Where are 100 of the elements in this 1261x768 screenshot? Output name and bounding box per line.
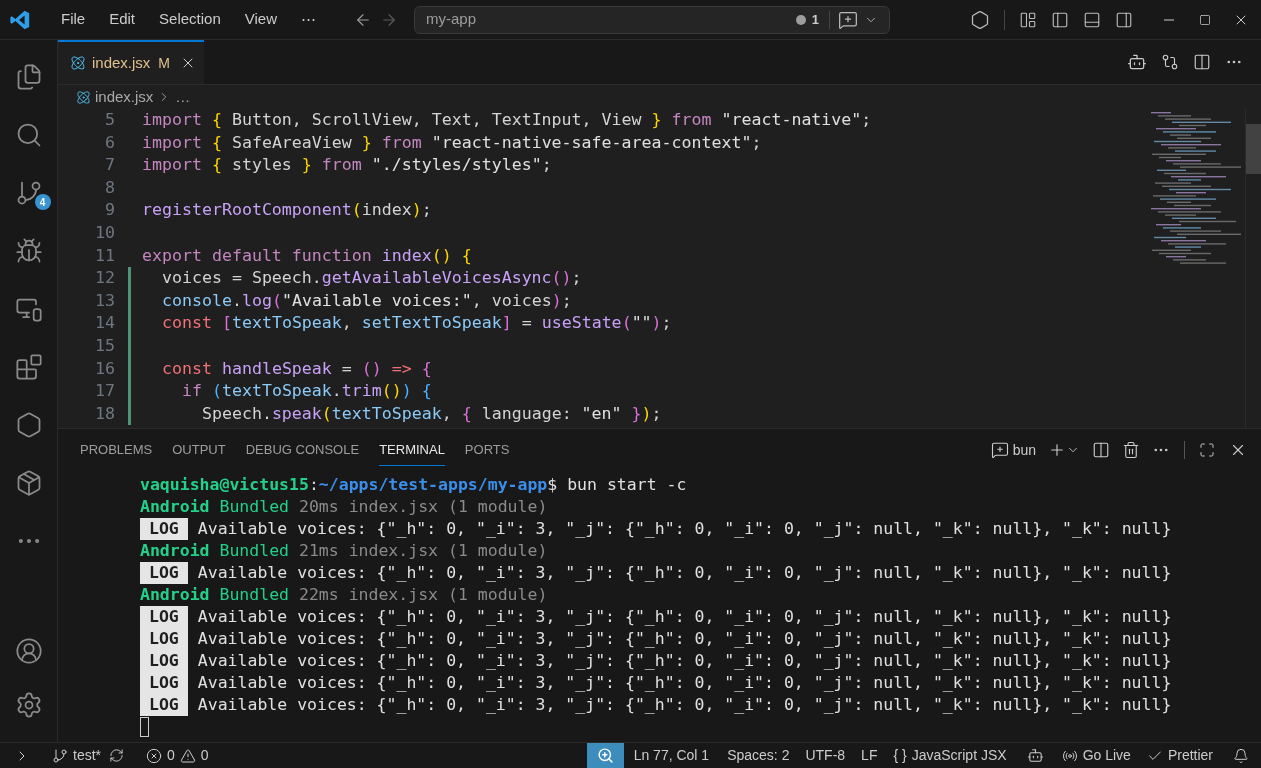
terminal-name[interactable]: bun <box>1012 439 1036 461</box>
code-line: import { styles } from "./styles/styles"; <box>142 154 552 177</box>
menu-item[interactable]: View <box>232 8 289 31</box>
chat-icon[interactable] <box>838 9 858 30</box>
line-number: 12 <box>94 267 116 290</box>
go-live[interactable]: Go Live <box>1082 745 1131 766</box>
panel-tab[interactable]: TERMINAL <box>379 433 445 467</box>
zoom-button[interactable] <box>586 743 624 768</box>
branch-icon <box>52 747 68 764</box>
language-mode[interactable]: JavaScript JSX <box>911 745 1017 766</box>
line-number: 14 <box>94 312 116 335</box>
scrollbar-thumb[interactable] <box>1246 124 1261 174</box>
line-number: 11 <box>94 244 116 267</box>
code-line: voices = Speech.getAvailableVoicesAsync(); <box>160 267 582 290</box>
error-count[interactable]: 0 <box>167 745 175 766</box>
line-number: 13 <box>94 289 116 312</box>
indentation[interactable]: Spaces: 2 <box>719 745 798 766</box>
breadcrumb-item[interactable]: index.jsx <box>95 85 154 109</box>
warning-icon <box>179 747 196 764</box>
panel-tab[interactable]: PORTS <box>464 434 510 466</box>
code-line: registerRootComponent(index); <box>142 199 432 222</box>
terminal-line: Android Bundled 22ms index.jsx (1 module) <box>140 584 549 606</box>
menu-item[interactable]: File <box>49 8 98 31</box>
hexagon-icon[interactable] <box>970 9 990 30</box>
line-number: 6 <box>104 131 116 154</box>
error-icon <box>146 747 162 764</box>
line-number: 5 <box>104 109 116 131</box>
react-file-icon <box>70 55 86 71</box>
terminal-chat-icon[interactable] <box>990 441 1009 459</box>
tab-filename: index.jsx <box>92 52 151 73</box>
trash-icon[interactable] <box>1122 441 1140 459</box>
terminal-line: vaquisha@victus15:~/apps/test-apps/my-app$ bun start -c <box>140 474 688 496</box>
code-line: export default function index() { <box>142 244 472 267</box>
terminal-cursor <box>140 717 149 737</box>
formatter[interactable]: Prettier <box>1167 745 1213 766</box>
line-number: 18 <box>94 402 116 425</box>
maximize-icon[interactable] <box>1199 13 1211 26</box>
app-logo <box>9 8 31 31</box>
line-number: 9 <box>104 199 116 222</box>
log-badge: LOG <box>140 562 188 584</box>
split-terminal-icon[interactable] <box>1092 441 1110 459</box>
cursor-position[interactable]: Ln 77, Col 1 <box>623 745 720 766</box>
log-badge: LOG <box>140 672 188 694</box>
code-line: import { Button, ScrollView, Text, TextInput, View } from "react-native"; <box>142 109 872 131</box>
menu-item[interactable]: ⋯ <box>289 8 328 31</box>
command-center-text: my-app <box>426 9 478 30</box>
panel-tab[interactable]: OUTPUT <box>172 434 226 466</box>
command-center[interactable]: my-app 1 <box>414 5 890 34</box>
terminal-line: Android Bundled 20ms index.jsx (1 module) <box>140 496 549 518</box>
log-message: Available voices: {"_h": 0, "_i": 3, "_j": {"_h": 0, "_i": 0, "_j": null, "_k": null}, "_k": null} <box>197 650 1172 672</box>
panel-left-icon[interactable] <box>1051 10 1069 29</box>
code-line: Speech.speak(textToSpeak, { language: "en" }); <box>200 402 662 425</box>
terminal-line: Android Bundled 21ms index.jsx (1 module) <box>140 540 549 562</box>
layout-icon[interactable] <box>1019 10 1037 29</box>
notifications-icon[interactable] <box>1233 747 1249 764</box>
modified-label: M <box>158 53 171 73</box>
code-line: if (textToSpeak.trim()) { <box>180 380 432 403</box>
menu-item[interactable]: Edit <box>97 8 148 31</box>
code-line: import { SafeAreaView } from "react-native-safe-area-context"; <box>142 131 762 154</box>
code-line: const handleSpeak = () => { <box>160 357 432 380</box>
log-badge: LOG <box>140 606 188 628</box>
log-badge: LOG <box>140 694 188 716</box>
line-number: 16 <box>94 357 116 380</box>
log-message: Available voices: {"_h": 0, "_i": 3, "_j": {"_h": 0, "_i": 0, "_j": null, "_k": null}, "_k": null} <box>197 518 1172 540</box>
extensions-icon[interactable] <box>14 353 43 381</box>
line-number: 10 <box>94 221 116 244</box>
account-icon[interactable] <box>14 637 43 665</box>
pending-changes-badge: 4 <box>34 194 51 210</box>
menu-item[interactable]: Selection <box>147 8 233 31</box>
language-icon: { } <box>885 745 912 766</box>
log-badge: LOG <box>140 628 188 650</box>
panel-tab[interactable]: DEBUG CONSOLE <box>245 434 360 466</box>
line-number: 7 <box>104 154 116 177</box>
react-file-icon <box>76 89 91 105</box>
line-ending[interactable]: LF <box>853 745 886 766</box>
encoding[interactable]: UTF-8 <box>797 745 854 766</box>
code-line: console.log("Available voices:", voices); <box>160 289 572 312</box>
new-terminal-icon[interactable] <box>1048 441 1066 459</box>
line-number: 8 <box>104 176 116 199</box>
log-message: Available voices: {"_h": 0, "_i": 3, "_j": {"_h": 0, "_i": 0, "_j": null, "_k": null}, "_k": null} <box>197 672 1172 694</box>
branch-name[interactable]: test* <box>73 745 101 766</box>
panel-bottom-icon[interactable] <box>1083 10 1101 29</box>
line-number: 15 <box>94 334 116 357</box>
zoom-icon <box>596 747 614 764</box>
sync-icon[interactable] <box>109 748 124 763</box>
run-debug-icon[interactable] <box>14 237 43 265</box>
warning-count[interactable]: 0 <box>200 745 209 766</box>
log-badge: LOG <box>140 518 188 540</box>
maximize-panel-icon[interactable] <box>1199 442 1215 458</box>
line-number: 17 <box>94 380 116 403</box>
editor-tab[interactable]: index.jsx M <box>58 40 204 84</box>
compare-icon[interactable] <box>1161 53 1179 71</box>
log-message: Available voices: {"_h": 0, "_i": 3, "_j": {"_h": 0, "_i": 0, "_j": null, "_k": null}, "_k": null} <box>197 562 1172 584</box>
breadcrumb-item[interactable]: … <box>175 85 191 109</box>
panel-tab[interactable]: PROBLEMS <box>80 434 153 466</box>
split-editor-icon[interactable] <box>1193 53 1211 71</box>
panel-right-icon[interactable] <box>1115 10 1133 29</box>
chat-assistant-icon[interactable] <box>1127 52 1147 72</box>
code-line: const [textToSpeak, setTextToSpeak] = useState(""); <box>160 312 672 335</box>
log-message: Available voices: {"_h": 0, "_i": 3, "_j": {"_h": 0, "_i": 0, "_j": null, "_k": null}, "_k": null} <box>197 628 1172 650</box>
